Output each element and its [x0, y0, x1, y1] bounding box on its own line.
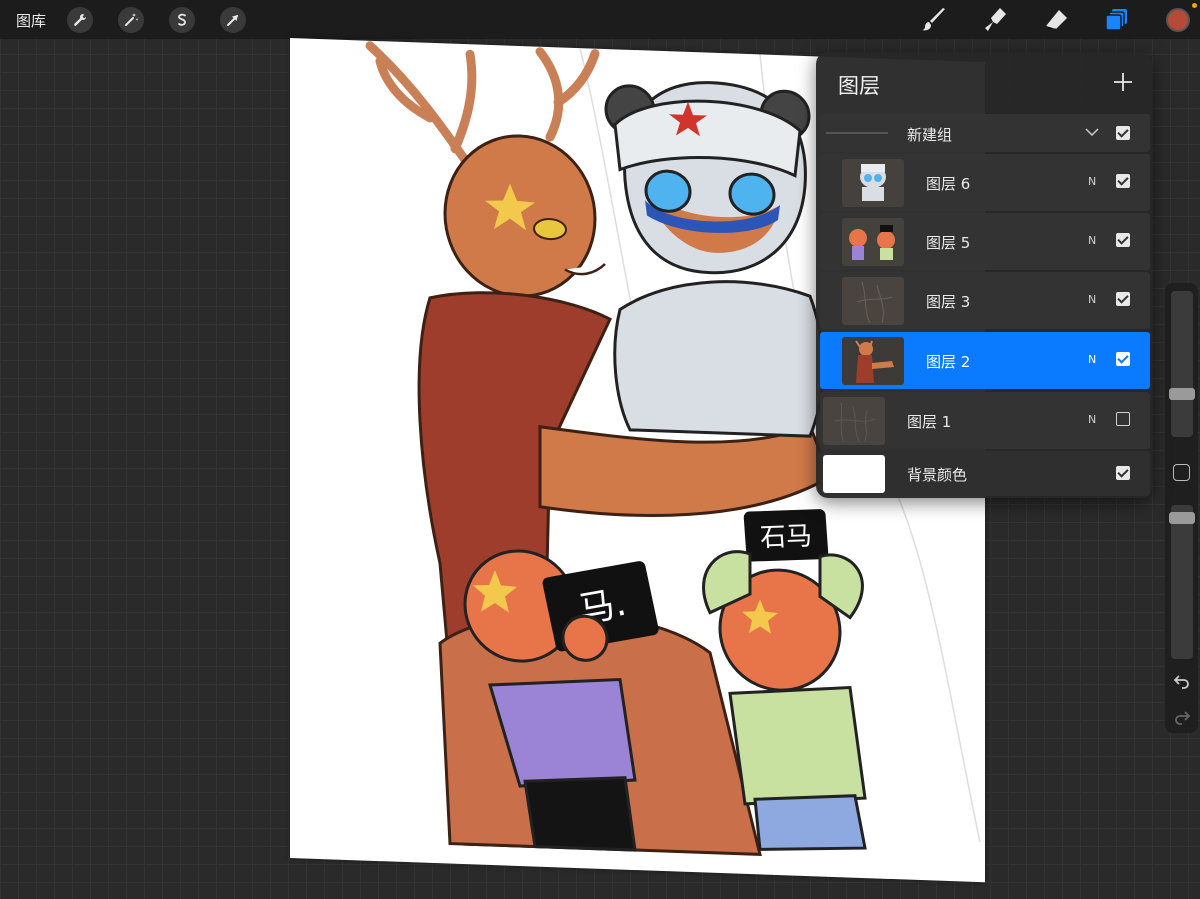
layer-thumbnail — [842, 337, 904, 385]
opacity-thumb[interactable] — [1169, 512, 1195, 524]
layer-thumbnail — [842, 218, 904, 266]
layer-name: 图层 6 — [926, 175, 971, 193]
layer-name: 图层 2 — [926, 353, 971, 371]
layer-row[interactable]: 图层 2 N — [820, 332, 1150, 389]
layers-panel-title: 图层 — [838, 74, 880, 98]
group-indicator — [826, 132, 888, 134]
side-toolbar — [1165, 283, 1198, 733]
smudge-icon[interactable] — [981, 6, 1009, 34]
blend-mode-label[interactable]: N — [1088, 413, 1096, 426]
color-picker-button[interactable] — [1166, 8, 1190, 32]
wrench-icon[interactable] — [67, 7, 93, 33]
brush-size-thumb[interactable] — [1169, 388, 1195, 400]
status-dot — [1192, 3, 1197, 8]
layer-row[interactable]: 图层 3 N — [820, 272, 1150, 329]
layer-name: 图层 1 — [907, 413, 952, 431]
layer-row[interactable]: 图层 6 N — [820, 154, 1150, 211]
chevron-down-icon[interactable] — [1084, 124, 1100, 140]
modifier-button[interactable] — [1173, 464, 1190, 481]
magic-wand-icon[interactable] — [118, 7, 144, 33]
layer-name: 图层 3 — [926, 293, 971, 311]
layer-thumbnail — [823, 397, 885, 445]
layer-thumbnail — [842, 277, 904, 325]
blend-mode-label[interactable]: N — [1088, 234, 1096, 247]
background-visibility-checkbox[interactable] — [1116, 466, 1130, 480]
layer-visibility-checkbox[interactable] — [1116, 174, 1130, 188]
undo-icon[interactable] — [1171, 670, 1193, 692]
layer-name: 图层 5 — [926, 234, 971, 252]
opacity-slider[interactable] — [1171, 505, 1193, 659]
layers-panel: 图层 新建组 图层 6 N 图层 5 N 图层 3 N 图层 2 N 图层 1 … — [816, 52, 1152, 498]
layer-visibility-checkbox[interactable] — [1116, 412, 1130, 426]
blend-mode-label[interactable]: N — [1088, 293, 1096, 306]
brush-size-slider[interactable] — [1171, 291, 1193, 437]
layer-visibility-checkbox[interactable] — [1116, 292, 1130, 306]
layers-icon[interactable] — [1103, 6, 1131, 34]
layer-thumbnail — [842, 159, 904, 207]
selection-s-icon[interactable] — [169, 7, 195, 33]
layer-row[interactable]: 图层 1 N — [820, 392, 1150, 449]
top-toolbar: 图库 — [0, 0, 1200, 39]
blend-mode-label[interactable]: N — [1088, 175, 1096, 188]
layer-visibility-checkbox[interactable] — [1116, 352, 1130, 366]
group-name: 新建组 — [907, 126, 953, 144]
transform-arrow-icon[interactable] — [220, 7, 246, 33]
background-color-swatch[interactable] — [823, 455, 885, 493]
layer-visibility-checkbox[interactable] — [1116, 233, 1130, 247]
add-layer-icon[interactable] — [1112, 71, 1134, 93]
gallery-button[interactable]: 图库 — [16, 10, 46, 31]
group-visibility-checkbox[interactable] — [1116, 126, 1130, 140]
background-color-row[interactable]: 背景颜色 — [820, 451, 1150, 496]
background-color-label: 背景颜色 — [907, 466, 968, 484]
layer-group-row[interactable]: 新建组 — [820, 114, 1150, 152]
blend-mode-label[interactable]: N — [1088, 353, 1096, 366]
sign-right-text: 石马 — [759, 521, 813, 553]
brush-icon[interactable] — [920, 6, 948, 34]
layer-row[interactable]: 图层 5 N — [820, 213, 1150, 270]
eraser-icon[interactable] — [1042, 6, 1070, 34]
redo-icon[interactable] — [1171, 706, 1193, 728]
